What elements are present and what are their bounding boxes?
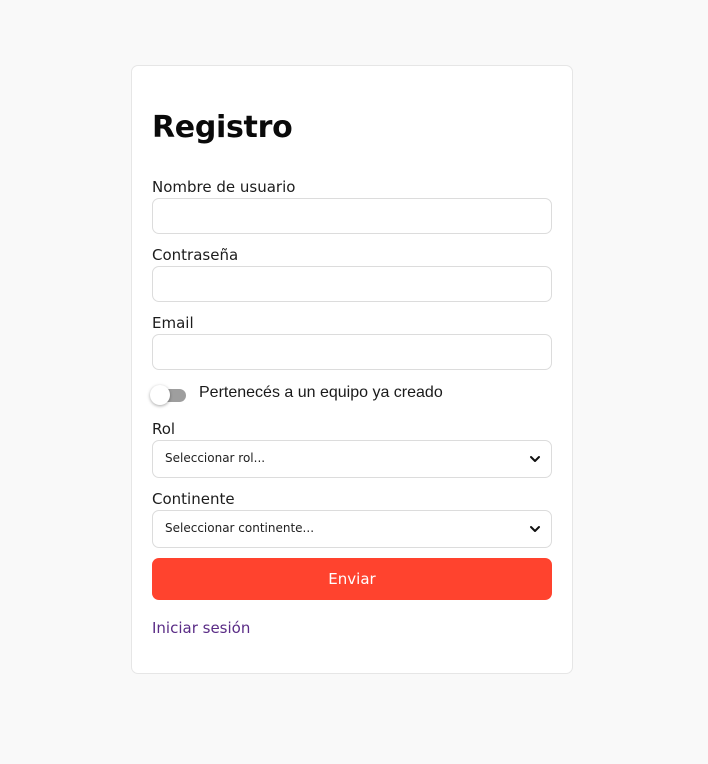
email-input[interactable] [152,334,552,370]
username-input[interactable] [152,198,552,234]
continent-select[interactable]: Seleccionar continente... [152,510,552,548]
team-toggle-label: Pertenecés a un equipo ya creado [199,384,443,401]
role-select[interactable]: Seleccionar rol... [152,440,552,478]
submit-button[interactable]: Enviar [152,558,552,600]
role-label: Rol [152,420,176,438]
role-select-value: Seleccionar rol... [165,451,266,465]
chevron-down-icon [530,526,540,532]
password-input[interactable] [152,266,552,302]
continent-label: Continente [152,490,235,508]
page-title: Registro [152,110,293,145]
register-card: Registro Nombre de usuario Contraseña Em… [131,65,573,674]
login-link[interactable]: Iniciar sesión [152,619,250,637]
continent-select-value: Seleccionar continente... [165,521,315,535]
email-label: Email [152,314,194,332]
chevron-down-icon [530,456,540,462]
username-label: Nombre de usuario [152,178,296,196]
password-label: Contraseña [152,246,239,264]
toggle-knob [150,385,170,405]
team-toggle[interactable] [150,384,188,406]
